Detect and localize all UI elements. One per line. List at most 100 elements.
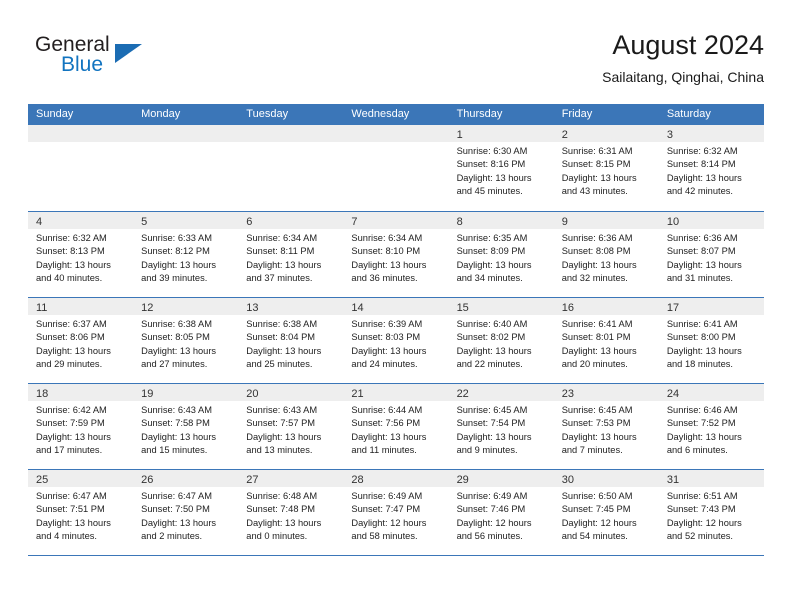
sunset-text: Sunset: 7:56 PM	[351, 418, 421, 429]
calendar-week-row: 18 Sunrise: 6:42 AM Sunset: 7:59 PM Dayligh…	[28, 383, 764, 469]
day-details: Sunrise: 6:51 AM Sunset: 7:43 PM Daylight:…	[659, 487, 764, 544]
daylight-text-line2: and 45 minutes.	[456, 186, 523, 197]
calendar-day-cell[interactable]: 4 Sunrise: 6:32 AM Sunset: 8:13 PM Daylight…	[28, 212, 134, 297]
page-header: General Blue August 2024 Sailaitang, Qin…	[28, 28, 764, 96]
sunset-text: Sunset: 7:59 PM	[36, 418, 105, 429]
calendar-day-cell[interactable]: 17 Sunrise: 6:41 AM Sunset: 8:00 PM Dayligh…	[658, 298, 764, 383]
calendar-day-cell[interactable]: 19 Sunrise: 6:43 AM Sunset: 7:58 PM Dayligh…	[133, 384, 239, 469]
day-number: 7	[351, 216, 358, 228]
day-number: 18	[36, 388, 49, 400]
calendar-day-cell[interactable]: 26 Sunrise: 6:47 AM Sunset: 7:50 PM Dayligh…	[133, 470, 239, 555]
daylight-text-line1: Daylight: 13 hours	[666, 431, 742, 442]
day-number-band: 1	[448, 125, 554, 142]
day-details: Sunrise: 6:36 AM Sunset: 8:07 PM Daylight:…	[659, 229, 764, 286]
general-blue-logo[interactable]: General Blue	[35, 34, 155, 84]
calendar-bottom-rule	[28, 555, 764, 556]
sunset-text: Sunset: 7:53 PM	[561, 418, 631, 429]
title-block: August 2024 Sailaitang, Qinghai, China	[602, 28, 764, 87]
day-details: Sunrise: 6:33 AM Sunset: 8:12 PM Daylight:…	[133, 229, 238, 286]
day-details: Sunrise: 6:50 AM Sunset: 7:45 PM Daylight:…	[554, 487, 659, 544]
sunrise-text: Sunrise: 6:36 AM	[666, 233, 738, 243]
day-number-band: 27	[238, 470, 344, 487]
day-details: Sunrise: 6:30 AM Sunset: 8:16 PM Daylight:…	[449, 142, 554, 199]
day-number-band: 20	[238, 384, 344, 401]
day-number-band: 14	[343, 298, 449, 315]
day-number: 8	[456, 216, 463, 228]
day-number-band: 15	[448, 298, 554, 315]
calendar-day-cell[interactable]: 29 Sunrise: 6:49 AM Sunset: 7:46 PM Dayligh…	[448, 470, 554, 555]
sunset-text: Sunset: 8:04 PM	[246, 332, 316, 343]
daylight-text-line1: Daylight: 13 hours	[351, 431, 427, 442]
calendar-day-cell[interactable]: 3 Sunrise: 6:32 AM Sunset: 8:14 PM Daylight…	[658, 125, 764, 211]
daylight-text-line1: Daylight: 13 hours	[561, 259, 637, 270]
day-number-band: 31	[658, 470, 764, 487]
calendar-day-cell[interactable]: 18 Sunrise: 6:42 AM Sunset: 7:59 PM Dayligh…	[28, 384, 134, 469]
calendar-day-cell[interactable]: 5 Sunrise: 6:33 AM Sunset: 8:12 PM Daylight…	[133, 212, 239, 297]
day-number-band: 8	[448, 212, 554, 229]
day-number-band: 4	[28, 212, 134, 229]
day-details: Sunrise: 6:39 AM Sunset: 8:03 PM Daylight:…	[343, 315, 448, 372]
calendar-day-cell[interactable]: 31 Sunrise: 6:51 AM Sunset: 7:43 PM Dayligh…	[658, 470, 764, 555]
calendar-day-cell[interactable]: 8 Sunrise: 6:35 AM Sunset: 8:09 PM Daylight…	[448, 212, 554, 297]
calendar-day-cell[interactable]: 9 Sunrise: 6:36 AM Sunset: 8:08 PM Daylight…	[553, 212, 659, 297]
daylight-text-line1: Daylight: 13 hours	[561, 172, 637, 183]
day-details: Sunrise: 6:37 AM Sunset: 8:06 PM Daylight:…	[28, 315, 133, 372]
day-number: 5	[141, 216, 148, 228]
calendar-day-cell[interactable]: 1 Sunrise: 6:30 AM Sunset: 8:16 PM Daylight…	[448, 125, 554, 211]
sunset-text: Sunset: 8:10 PM	[351, 246, 421, 257]
calendar-day-cell[interactable]: 24 Sunrise: 6:46 AM Sunset: 7:52 PM Dayligh…	[658, 384, 764, 469]
daylight-text-line2: and 7 minutes.	[561, 445, 623, 456]
calendar-day-cell[interactable]: 16 Sunrise: 6:41 AM Sunset: 8:01 PM Dayligh…	[553, 298, 659, 383]
day-number: 30	[561, 474, 574, 486]
calendar-day-cell[interactable]: 27 Sunrise: 6:48 AM Sunset: 7:48 PM Dayligh…	[238, 470, 344, 555]
sunset-text: Sunset: 7:45 PM	[561, 504, 631, 515]
day-number: 9	[561, 216, 568, 228]
sunrise-text: Sunrise: 6:45 AM	[456, 405, 528, 415]
day-number: 13	[246, 302, 259, 314]
daylight-text-line1: Daylight: 13 hours	[456, 431, 532, 442]
day-details: Sunrise: 6:32 AM Sunset: 8:13 PM Daylight:…	[28, 229, 133, 286]
sunrise-text: Sunrise: 6:40 AM	[456, 319, 528, 329]
calendar-day-cell[interactable]: 13 Sunrise: 6:38 AM Sunset: 8:04 PM Dayligh…	[238, 298, 344, 383]
daylight-text-line2: and 32 minutes.	[561, 273, 628, 284]
calendar-day-cell[interactable]: 30 Sunrise: 6:50 AM Sunset: 7:45 PM Dayligh…	[553, 470, 659, 555]
calendar-grid: Sunday Monday Tuesday Wednesday Thursday…	[28, 104, 764, 556]
daylight-text-line2: and 29 minutes.	[36, 359, 103, 370]
day-number: 22	[456, 388, 469, 400]
calendar-day-cell[interactable]: 7 Sunrise: 6:34 AM Sunset: 8:10 PM Daylight…	[343, 212, 449, 297]
daylight-text-line2: and 0 minutes.	[246, 531, 308, 542]
day-number-band: 26	[133, 470, 239, 487]
calendar-day-cell[interactable]: 20 Sunrise: 6:43 AM Sunset: 7:57 PM Dayligh…	[238, 384, 344, 469]
calendar-day-cell[interactable]: 10 Sunrise: 6:36 AM Sunset: 8:07 PM Dayligh…	[658, 212, 764, 297]
calendar-page: General Blue August 2024 Sailaitang, Qin…	[0, 0, 792, 612]
daylight-text-line2: and 52 minutes.	[666, 531, 733, 542]
calendar-week-row: 4 Sunrise: 6:32 AM Sunset: 8:13 PM Daylight…	[28, 211, 764, 297]
sunset-text: Sunset: 8:14 PM	[666, 159, 736, 170]
daylight-text-line2: and 6 minutes.	[666, 445, 728, 456]
calendar-day-cell[interactable]: 22 Sunrise: 6:45 AM Sunset: 7:54 PM Dayligh…	[448, 384, 554, 469]
daylight-text-line1: Daylight: 13 hours	[141, 431, 217, 442]
calendar-day-cell[interactable]: 15 Sunrise: 6:40 AM Sunset: 8:02 PM Dayligh…	[448, 298, 554, 383]
day-number: 6	[246, 216, 253, 228]
day-number: 29	[456, 474, 469, 486]
sunrise-text: Sunrise: 6:34 AM	[246, 233, 318, 243]
calendar-day-cell[interactable]: 25 Sunrise: 6:47 AM Sunset: 7:51 PM Dayligh…	[28, 470, 134, 555]
day-details	[238, 142, 343, 145]
day-number: 10	[666, 216, 680, 228]
calendar-day-cell[interactable]: 14 Sunrise: 6:39 AM Sunset: 8:03 PM Dayligh…	[343, 298, 449, 383]
daylight-text-line2: and 56 minutes.	[456, 531, 523, 542]
sunset-text: Sunset: 8:11 PM	[246, 246, 315, 257]
calendar-day-cell[interactable]: 23 Sunrise: 6:45 AM Sunset: 7:53 PM Dayligh…	[553, 384, 659, 469]
calendar-day-cell[interactable]: 28 Sunrise: 6:49 AM Sunset: 7:47 PM Dayligh…	[343, 470, 449, 555]
calendar-day-cell[interactable]: 6 Sunrise: 6:34 AM Sunset: 8:11 PM Daylight…	[238, 212, 344, 297]
sunrise-text: Sunrise: 6:37 AM	[36, 319, 107, 329]
sunset-text: Sunset: 7:47 PM	[351, 504, 421, 515]
calendar-day-cell[interactable]: 21 Sunrise: 6:44 AM Sunset: 7:56 PM Dayligh…	[343, 384, 449, 469]
day-number-band: 13	[238, 298, 344, 315]
sunrise-text: Sunrise: 6:43 AM	[141, 405, 212, 415]
sunset-text: Sunset: 8:00 PM	[666, 332, 736, 343]
calendar-day-cell[interactable]: 11 Sunrise: 6:37 AM Sunset: 8:06 PM Dayligh…	[28, 298, 134, 383]
calendar-day-cell[interactable]: 2 Sunrise: 6:31 AM Sunset: 8:15 PM Daylight…	[553, 125, 659, 211]
daylight-text-line1: Daylight: 13 hours	[141, 517, 217, 528]
calendar-day-cell[interactable]: 12 Sunrise: 6:38 AM Sunset: 8:05 PM Dayligh…	[133, 298, 239, 383]
